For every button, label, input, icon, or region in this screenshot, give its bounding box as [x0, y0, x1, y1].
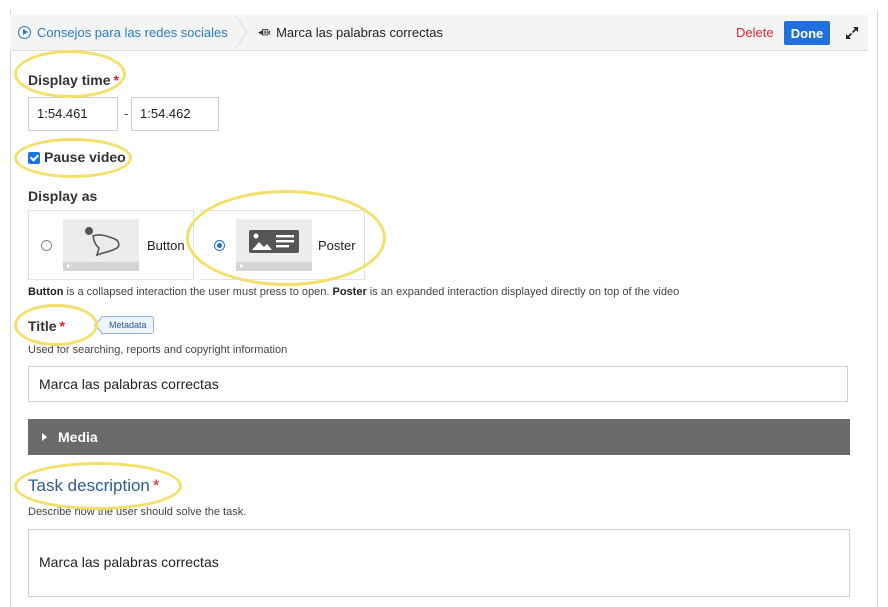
title-label: Title * [28, 318, 65, 334]
time-range-separator: - [124, 106, 129, 121]
breadcrumb-root[interactable]: Consejos para las redes sociales [18, 25, 228, 40]
fullscreen-icon[interactable] [844, 25, 860, 41]
display-as-help: Button is a collapsed interaction the us… [28, 286, 680, 298]
delete-button[interactable]: Delete [736, 25, 774, 40]
title-input[interactable]: Marca las palabras correctas [28, 366, 848, 402]
required-asterisk: * [113, 72, 119, 88]
option-label-poster: Poster [318, 238, 356, 253]
play-circle-icon [18, 26, 31, 39]
metadata-badge[interactable]: Metadata [100, 316, 154, 334]
display-time-from-input[interactable]: 1:54.461 [28, 97, 118, 131]
task-description-textarea[interactable]: Marca las palabras correctas [28, 529, 850, 597]
task-description-help: Describe how the user should solve the t… [28, 506, 247, 518]
display-as-option-button[interactable]: Button [28, 210, 194, 280]
radio-button-option[interactable] [41, 240, 52, 251]
breadcrumb-root-label: Consejos para las redes sociales [37, 25, 228, 40]
breadcrumb-separator [235, 15, 250, 50]
display-as-label: Display as [28, 188, 98, 204]
task-description-label: Task description * [28, 476, 160, 495]
done-button[interactable]: Done [784, 21, 830, 45]
player-bar [63, 262, 139, 271]
media-section-toggle[interactable]: Media [28, 419, 850, 455]
player-bar [236, 262, 312, 271]
display-time-label: Display time * [28, 72, 119, 88]
mark-words-icon: ◂⊞‹ [258, 27, 271, 37]
poster-preview-thumb [236, 219, 312, 271]
hand-pointer-icon [85, 227, 120, 257]
display-time-to-input[interactable]: 1:54.462 [131, 97, 219, 131]
editor-topbar: Consejos para las redes sociales ◂⊞‹ Mar… [10, 15, 868, 51]
radio-poster-option[interactable] [214, 240, 225, 251]
caret-right-icon [42, 433, 47, 441]
pause-video-checkbox[interactable] [28, 152, 40, 164]
option-label-button: Button [147, 238, 185, 253]
media-label: Media [58, 429, 98, 445]
title-help: Used for searching, reports and copyrigh… [28, 344, 288, 356]
pause-video-label[interactable]: Pause video [44, 149, 126, 165]
required-asterisk: * [152, 476, 160, 495]
required-asterisk: * [59, 318, 65, 334]
breadcrumb-current-label: Marca las palabras correctas [276, 25, 443, 40]
poster-image-icon [249, 230, 299, 253]
breadcrumb-current: ◂⊞‹ Marca las palabras correctas [258, 25, 443, 40]
display-as-option-poster[interactable]: Poster [200, 210, 365, 280]
button-preview-thumb [63, 219, 139, 271]
